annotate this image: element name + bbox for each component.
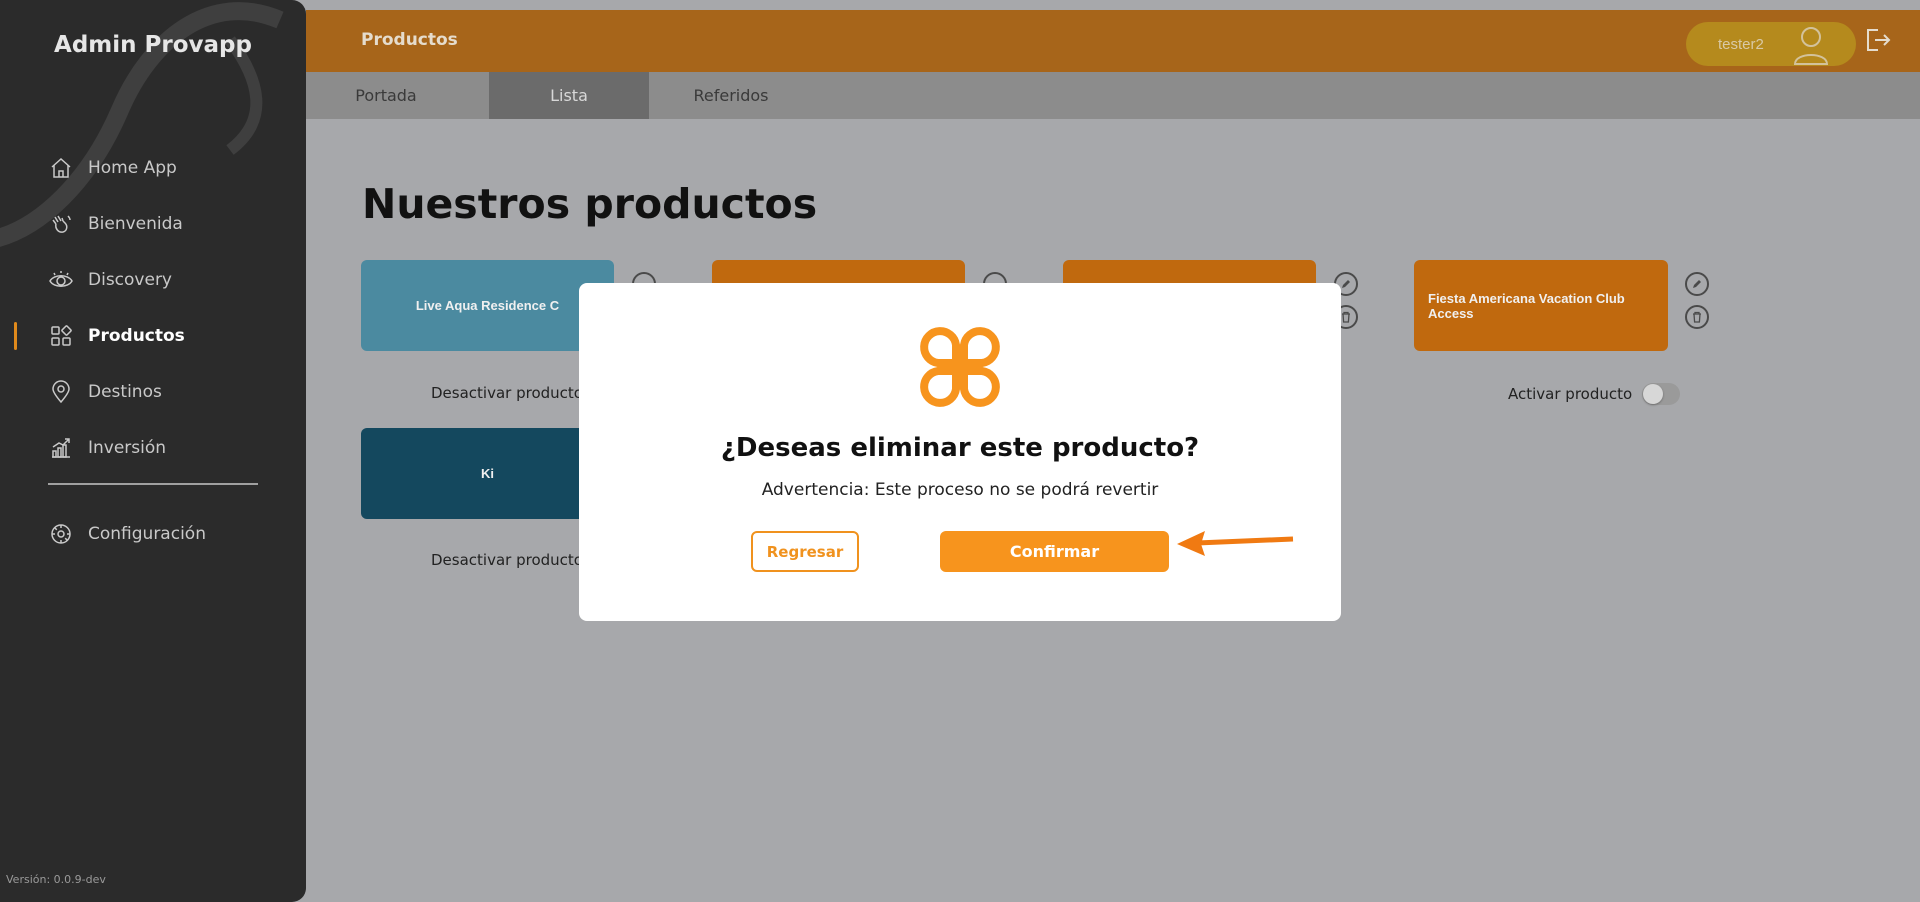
waving-hand-icon: [48, 211, 74, 237]
page-title: Productos: [361, 30, 458, 50]
growth-chart-icon: [48, 435, 74, 461]
sidebar-item-label: Bienvenida: [88, 214, 183, 234]
product-card[interactable]: Fiesta Americana Vacation Club Access: [1414, 260, 1668, 351]
top-bar: Productos tester2: [306, 10, 1920, 72]
delete-confirm-modal: ¿Deseas eliminar este producto? Adverten…: [579, 283, 1341, 621]
toggle-label: Desactivar producto: [431, 551, 583, 569]
username: tester2: [1718, 35, 1764, 53]
product-status-toggle: Activar producto: [1508, 383, 1681, 405]
user-avatar-icon: [1790, 24, 1832, 70]
modal-warning: Advertencia: Este proceso no se podrá re…: [761, 480, 1159, 500]
top-strip: [306, 0, 1920, 10]
sidebar-item-home-app[interactable]: Home App: [0, 140, 306, 196]
sidebar-item-label: Destinos: [88, 382, 162, 402]
gear-icon: [48, 521, 74, 547]
tab-bar: Portada Lista Referidos: [306, 72, 1920, 119]
toggle-label: Desactivar producto: [431, 384, 583, 402]
sidebar: Admin Provapp Home App Bienvenida Discov…: [0, 0, 306, 902]
eye-icon: [48, 267, 74, 293]
sidebar-divider: [48, 483, 258, 485]
toggle-label: Activar producto: [1508, 385, 1633, 403]
tab-referidos[interactable]: Referidos: [651, 72, 811, 119]
back-button[interactable]: Regresar: [751, 531, 859, 572]
map-pin-icon: [48, 379, 74, 405]
sidebar-item-productos[interactable]: Productos: [0, 308, 306, 364]
annotation-arrow-icon: [1177, 531, 1294, 556]
grid-icon: [48, 323, 74, 349]
tab-portada[interactable]: Portada: [306, 72, 466, 119]
sidebar-item-configuracion[interactable]: Configuración: [0, 506, 306, 562]
sidebar-item-label: Configuración: [88, 524, 206, 544]
sidebar-item-label: Discovery: [88, 270, 172, 290]
logout-icon[interactable]: [1864, 26, 1892, 59]
sidebar-item-destinos[interactable]: Destinos: [0, 364, 306, 420]
sidebar-item-label: Inversión: [88, 438, 167, 458]
sidebar-nav: Home App Bienvenida Discovery Productos …: [0, 140, 306, 476]
sidebar-item-bienvenida[interactable]: Bienvenida: [0, 196, 306, 252]
home-icon: [48, 155, 74, 181]
brand-clover-logo: [920, 327, 1000, 407]
app-version: Versión: 0.0.9-dev: [6, 873, 106, 886]
sidebar-item-discovery[interactable]: Discovery: [0, 252, 306, 308]
product-card[interactable]: Live Aqua Residence C: [361, 260, 614, 351]
sidebar-item-label: Home App: [88, 158, 177, 178]
sidebar-item-label: Productos: [88, 326, 185, 346]
tab-lista[interactable]: Lista: [489, 72, 649, 119]
confirm-button[interactable]: Confirmar: [940, 531, 1169, 572]
content-heading: Nuestros productos: [362, 180, 818, 228]
product-card[interactable]: Ki: [361, 428, 614, 519]
user-menu[interactable]: tester2: [1686, 22, 1856, 66]
toggle-switch[interactable]: [1642, 383, 1681, 405]
sidebar-item-inversion[interactable]: Inversión: [0, 420, 306, 476]
modal-title: ¿Deseas eliminar este producto?: [720, 433, 1200, 463]
trash-icon[interactable]: [1685, 305, 1709, 329]
edit-icon[interactable]: [1685, 272, 1709, 296]
app-brand: Admin Provapp: [54, 32, 252, 58]
